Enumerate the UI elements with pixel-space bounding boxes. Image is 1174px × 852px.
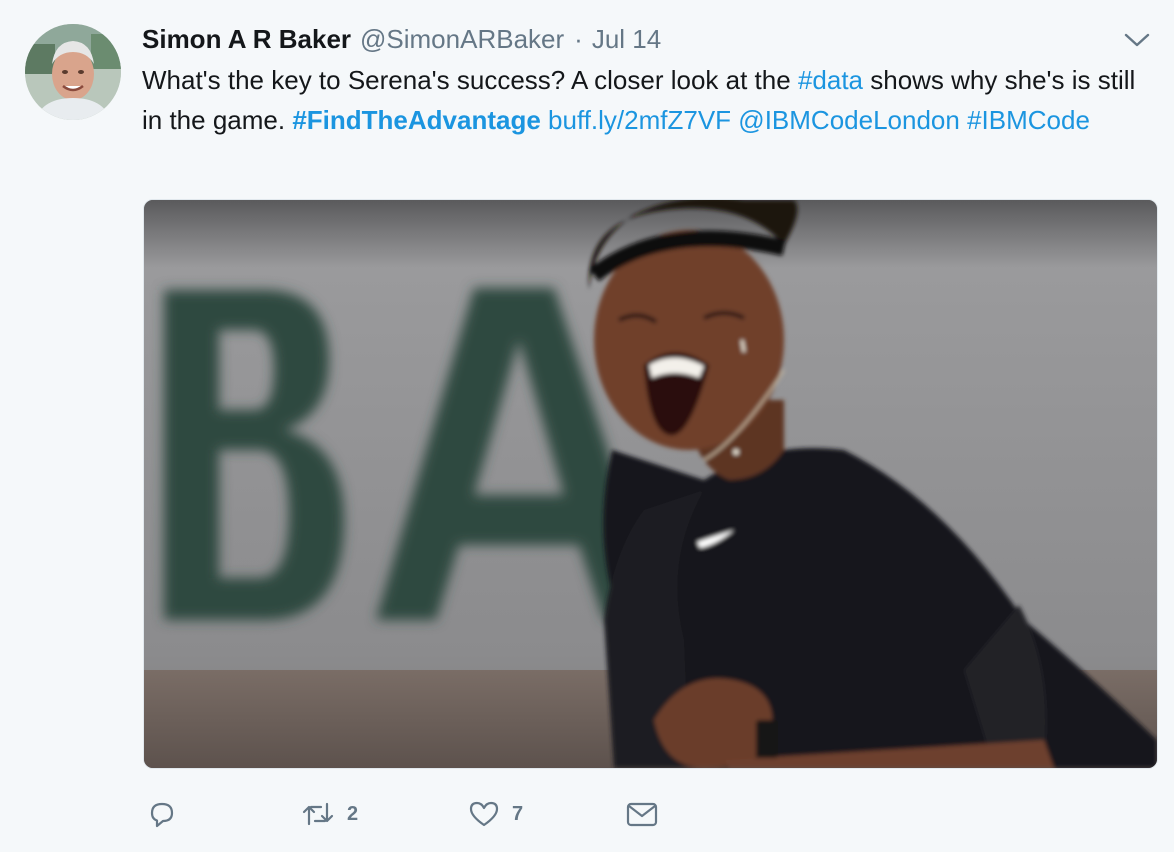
retweet-count: 2 [347, 802, 359, 825]
text-space [960, 105, 967, 135]
like-count: 7 [512, 802, 524, 825]
profile-photo-icon [25, 24, 121, 120]
mention-ibmcodelondon[interactable]: @IBMCodeLondon [738, 105, 960, 135]
tweet-text: What's the key to Serena's success? A cl… [142, 60, 1152, 140]
heart-icon [469, 801, 499, 827]
hashtag-data[interactable]: #data [798, 65, 863, 95]
tweet-timestamp[interactable]: Jul 14 [592, 22, 661, 56]
reply-button[interactable] [146, 798, 301, 830]
separator-dot: · [574, 24, 583, 54]
text-space [541, 105, 548, 135]
display-name[interactable]: Simon A R Baker [142, 22, 351, 56]
tweet-header: Simon A R Baker @SimonARBaker · Jul 14 [142, 22, 661, 56]
hashtag-findtheadvantage[interactable]: #FindTheAdvantage [292, 105, 540, 135]
like-button[interactable]: 7 [468, 798, 625, 830]
direct-message-button[interactable] [625, 798, 671, 830]
reply-icon [150, 802, 174, 828]
tweet-text-segment: What's the key to Serena's success? A cl… [142, 65, 798, 95]
chevron-down-icon[interactable] [1122, 30, 1152, 50]
retweet-icon [302, 802, 334, 826]
username-handle[interactable]: @SimonARBaker [360, 22, 564, 56]
tweet-actions: 2 7 [146, 798, 671, 830]
tweet-media-photo[interactable] [143, 199, 1158, 769]
avatar[interactable] [25, 24, 121, 120]
envelope-icon [626, 802, 658, 827]
shortened-link[interactable]: buff.ly/2mfZ7VF [548, 105, 731, 135]
tweet[interactable]: Simon A R Baker @SimonARBaker · Jul 14 W… [0, 0, 1174, 852]
retweet-button[interactable]: 2 [301, 798, 468, 830]
hashtag-ibmcode[interactable]: #IBMCode [967, 105, 1090, 135]
